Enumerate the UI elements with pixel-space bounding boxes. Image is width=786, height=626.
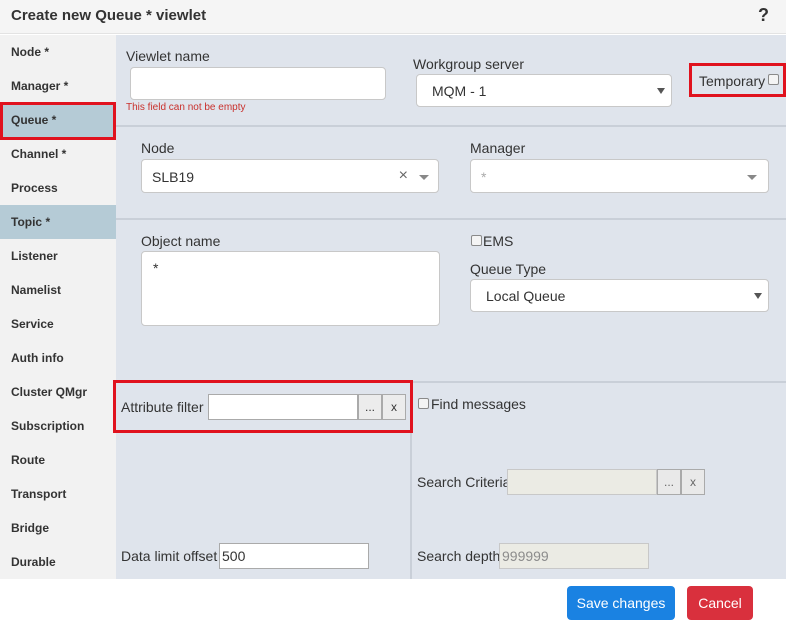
attribute-filter-label: Attribute filter: [121, 399, 204, 415]
chevron-down-icon: [419, 175, 429, 180]
search-criteria-input[interactable]: [507, 469, 657, 495]
manager-label: Manager: [470, 140, 526, 156]
browse-button[interactable]: ...: [358, 394, 382, 420]
find-messages-checkbox[interactable]: [418, 398, 429, 409]
sidebar-item-listener[interactable]: Listener: [0, 239, 116, 273]
queue-type-select[interactable]: Local Queue: [470, 279, 769, 312]
search-depth-input[interactable]: 999999: [499, 543, 649, 569]
sidebar-item-cluster-qmgr[interactable]: Cluster QMgr: [0, 375, 116, 409]
divider: [410, 383, 412, 579]
sidebar-item-namelist[interactable]: Namelist: [0, 273, 116, 307]
sidebar-item-node[interactable]: Node *: [0, 35, 116, 69]
sidebar-item-auth-info[interactable]: Auth info: [0, 341, 116, 375]
queue-type-value: Local Queue: [486, 288, 566, 304]
search-criteria-browse-button[interactable]: ...: [657, 469, 681, 495]
manager-value: *: [481, 169, 487, 185]
sidebar-item-queue[interactable]: Queue *: [0, 103, 116, 137]
sidebar-item-process[interactable]: Process: [0, 171, 116, 205]
sidebar-item-route[interactable]: Route: [0, 443, 116, 477]
chevron-down-icon: [747, 175, 757, 180]
sidebar-item-topic[interactable]: Topic *: [0, 205, 116, 239]
save-changes-button[interactable]: Save changes: [567, 586, 675, 620]
find-messages-label: Find messages: [431, 396, 526, 412]
clear-filter-button[interactable]: x: [382, 394, 406, 420]
dialog-title: Create new Queue * viewlet: [11, 7, 207, 24]
divider: [116, 218, 786, 220]
workgroup-server-label: Workgroup server: [413, 56, 525, 72]
sidebar-item-service[interactable]: Service: [0, 307, 116, 341]
search-depth-label: Search depth: [417, 548, 501, 564]
workgroup-server-value: MQM - 1: [432, 83, 487, 99]
sidebar-item-channel[interactable]: Channel *: [0, 137, 116, 171]
ems-label: EMS: [483, 233, 514, 249]
sidebar-item-bridge[interactable]: Bridge: [0, 511, 116, 545]
viewlet-name-error: This field can not be empty: [126, 102, 246, 113]
viewlet-name-input[interactable]: [130, 67, 386, 100]
temporary-label: Temporary: [699, 73, 766, 89]
sidebar-item-durable[interactable]: Durable: [0, 545, 116, 579]
queue-type-label: Queue Type: [470, 261, 547, 277]
node-select[interactable]: SLB19 ×: [141, 159, 439, 193]
cancel-button[interactable]: Cancel: [687, 586, 753, 620]
workgroup-server-select[interactable]: MQM - 1: [416, 74, 672, 107]
sidebar-item-transport[interactable]: Transport: [0, 477, 116, 511]
search-criteria-clear-button[interactable]: x: [681, 469, 705, 495]
ems-checkbox[interactable]: [471, 235, 482, 246]
data-limit-offset-label: Data limit offset: [121, 548, 218, 564]
dropdown-caret-icon: [657, 88, 665, 94]
object-name-label: Object name: [141, 233, 221, 249]
help-icon[interactable]: ?: [758, 5, 769, 26]
data-limit-offset-input[interactable]: 500: [219, 543, 369, 569]
node-label: Node: [141, 140, 175, 156]
dialog-header: Create new Queue * viewlet ?: [0, 0, 786, 34]
sidebar: Node * Manager * Queue * Channel * Proce…: [0, 35, 116, 579]
manager-select[interactable]: *: [470, 159, 769, 193]
divider: [116, 381, 786, 383]
temporary-checkbox[interactable]: [768, 74, 779, 85]
search-criteria-label: Search Criteria: [417, 474, 511, 490]
viewlet-name-label: Viewlet name: [126, 48, 210, 64]
sidebar-item-manager[interactable]: Manager *: [0, 69, 116, 103]
clear-icon[interactable]: ×: [399, 167, 408, 185]
sidebar-item-subscription[interactable]: Subscription: [0, 409, 116, 443]
object-name-textarea[interactable]: *: [141, 251, 440, 326]
dropdown-caret-icon: [754, 293, 762, 299]
node-value: SLB19: [152, 169, 195, 185]
attribute-filter-input[interactable]: [208, 394, 358, 420]
divider: [116, 125, 786, 127]
